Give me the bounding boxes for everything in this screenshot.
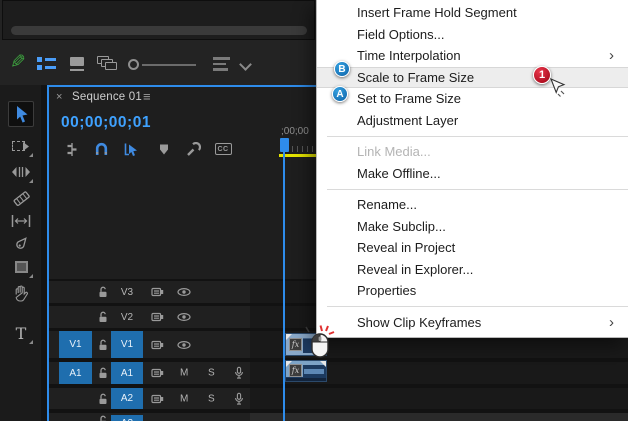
menu-item-show-clip-keyframes[interactable]: Show Clip Keyframes › bbox=[317, 312, 628, 334]
playhead-marker[interactable] bbox=[280, 138, 289, 152]
menu-separator bbox=[327, 136, 628, 137]
track-name-a3[interactable]: A3 bbox=[111, 415, 143, 421]
menu-separator bbox=[327, 189, 628, 190]
track-row-a1: A1 A1 M S bbox=[47, 362, 628, 384]
timeline-bottom-strip bbox=[250, 413, 628, 421]
ripple-edit-tool[interactable] bbox=[8, 160, 34, 184]
menu-item-link-media[interactable]: Link Media... bbox=[317, 141, 628, 163]
lock-icon[interactable] bbox=[97, 339, 109, 351]
menu-item-set-to-frame-size[interactable]: Set to Frame Size bbox=[317, 88, 628, 110]
sync-lock-icon[interactable] bbox=[151, 339, 164, 351]
voiceover-record-mic-icon[interactable] bbox=[233, 367, 245, 380]
ruler-timecode-label: ;00;00 bbox=[281, 126, 309, 137]
tab-sequence-title[interactable]: Sequence 01 bbox=[72, 91, 142, 103]
selection-tool[interactable] bbox=[8, 101, 34, 127]
menu-item-insert-frame-hold[interactable]: Insert Frame Hold Segment bbox=[317, 2, 628, 24]
lock-icon[interactable] bbox=[97, 393, 109, 405]
track-name-v1[interactable]: V1 bbox=[111, 331, 143, 358]
menu-item-reveal-in-project[interactable]: Reveal in Project bbox=[317, 237, 628, 259]
mouse-click-annotation-icon bbox=[303, 322, 337, 360]
sort-options-icon[interactable] bbox=[213, 57, 230, 74]
snap-magnet-icon[interactable] bbox=[92, 141, 110, 157]
track-name-a1[interactable]: A1 bbox=[111, 362, 143, 384]
track-name-v2[interactable]: V2 bbox=[111, 306, 143, 328]
lock-icon[interactable] bbox=[97, 367, 109, 379]
pen-tool[interactable] bbox=[8, 232, 34, 256]
annotation-badge-a: A bbox=[332, 86, 348, 102]
sync-lock-icon[interactable] bbox=[151, 311, 164, 323]
menu-item-field-options[interactable]: Field Options... bbox=[317, 24, 628, 46]
submenu-arrow-icon: › bbox=[609, 315, 614, 330]
edit-pencil-icon[interactable]: ✎ bbox=[10, 51, 26, 74]
sync-lock-icon[interactable] bbox=[151, 286, 164, 298]
chevron-down-icon[interactable] bbox=[239, 58, 252, 71]
menu-item-properties[interactable]: Properties bbox=[317, 280, 628, 302]
freeform-view-icon[interactable] bbox=[97, 56, 117, 72]
tools-panel: T bbox=[0, 85, 41, 421]
annotation-badge-b: B bbox=[334, 61, 350, 77]
lock-icon[interactable] bbox=[97, 286, 109, 298]
track-row-a2: A2 M S bbox=[47, 388, 628, 409]
list-view-icon[interactable] bbox=[37, 57, 56, 70]
zoom-slider-track[interactable] bbox=[142, 64, 196, 66]
sync-lock-icon[interactable] bbox=[151, 367, 164, 379]
horizontal-scrollbar[interactable] bbox=[11, 26, 307, 35]
project-panel-preview bbox=[2, 0, 315, 40]
track-select-forward-tool[interactable] bbox=[8, 134, 34, 158]
tab-close-icon[interactable]: × bbox=[56, 91, 62, 103]
type-tool[interactable]: T bbox=[8, 321, 34, 345]
menu-item-make-subclip[interactable]: Make Subclip... bbox=[317, 216, 628, 238]
premiere-pro-screen: ✎ bbox=[0, 0, 628, 421]
toggle-track-output-eye-icon[interactable] bbox=[177, 287, 191, 297]
lock-icon[interactable] bbox=[97, 311, 109, 323]
mouse-cursor-icon bbox=[548, 77, 570, 99]
track-name-a2[interactable]: A2 bbox=[111, 388, 143, 409]
clip-context-menu: Insert Frame Hold Segment Field Options.… bbox=[316, 0, 628, 338]
menu-item-time-interpolation[interactable]: Time Interpolation › bbox=[317, 45, 628, 67]
solo-button[interactable]: S bbox=[208, 368, 215, 379]
mute-button[interactable]: M bbox=[180, 368, 188, 379]
icon-view-icon[interactable] bbox=[70, 57, 84, 71]
toggle-track-output-eye-icon[interactable] bbox=[177, 340, 191, 350]
panel-focus-border-left bbox=[47, 85, 49, 421]
rectangle-tool[interactable] bbox=[8, 255, 34, 279]
menu-item-reveal-in-explorer[interactable]: Reveal in Explorer... bbox=[317, 259, 628, 281]
voiceover-record-mic-icon[interactable] bbox=[233, 392, 245, 405]
menu-item-make-offline[interactable]: Make Offline... bbox=[317, 163, 628, 185]
solo-button[interactable]: S bbox=[208, 393, 215, 404]
sequence-settings-icon[interactable] bbox=[63, 141, 81, 157]
panel-menu-icon[interactable]: ≡ bbox=[143, 89, 151, 104]
zoom-slider-knob[interactable] bbox=[128, 59, 139, 70]
hand-tool[interactable] bbox=[8, 281, 34, 305]
linked-selection-icon[interactable] bbox=[122, 141, 140, 157]
track-lane-a2[interactable] bbox=[250, 388, 628, 409]
razor-tool[interactable] bbox=[8, 186, 34, 210]
slip-tool[interactable] bbox=[8, 209, 34, 233]
menu-item-rename[interactable]: Rename... bbox=[317, 194, 628, 216]
playhead-timecode[interactable]: 00;00;00;01 bbox=[61, 114, 151, 132]
menu-item-adjustment-layer[interactable]: Adjustment Layer bbox=[317, 110, 628, 132]
source-patch-audio-button[interactable]: A1 bbox=[59, 362, 92, 384]
source-patch-video-button[interactable]: V1 bbox=[59, 331, 92, 358]
wrench-icon[interactable] bbox=[184, 141, 202, 157]
menu-separator bbox=[327, 306, 628, 307]
mute-button[interactable]: M bbox=[180, 393, 188, 404]
track-name-v3[interactable]: V3 bbox=[111, 281, 143, 303]
audio-clip[interactable]: fx bbox=[285, 360, 327, 382]
captions-icon[interactable]: CC bbox=[214, 141, 232, 157]
marker-icon[interactable] bbox=[155, 141, 173, 157]
lock-icon[interactable] bbox=[97, 415, 109, 421]
sync-lock-icon[interactable] bbox=[151, 393, 164, 405]
submenu-arrow-icon: › bbox=[609, 48, 614, 63]
toggle-track-output-eye-icon[interactable] bbox=[177, 312, 191, 322]
menu-item-scale-to-frame-size[interactable]: Scale to Frame Size bbox=[317, 67, 628, 89]
